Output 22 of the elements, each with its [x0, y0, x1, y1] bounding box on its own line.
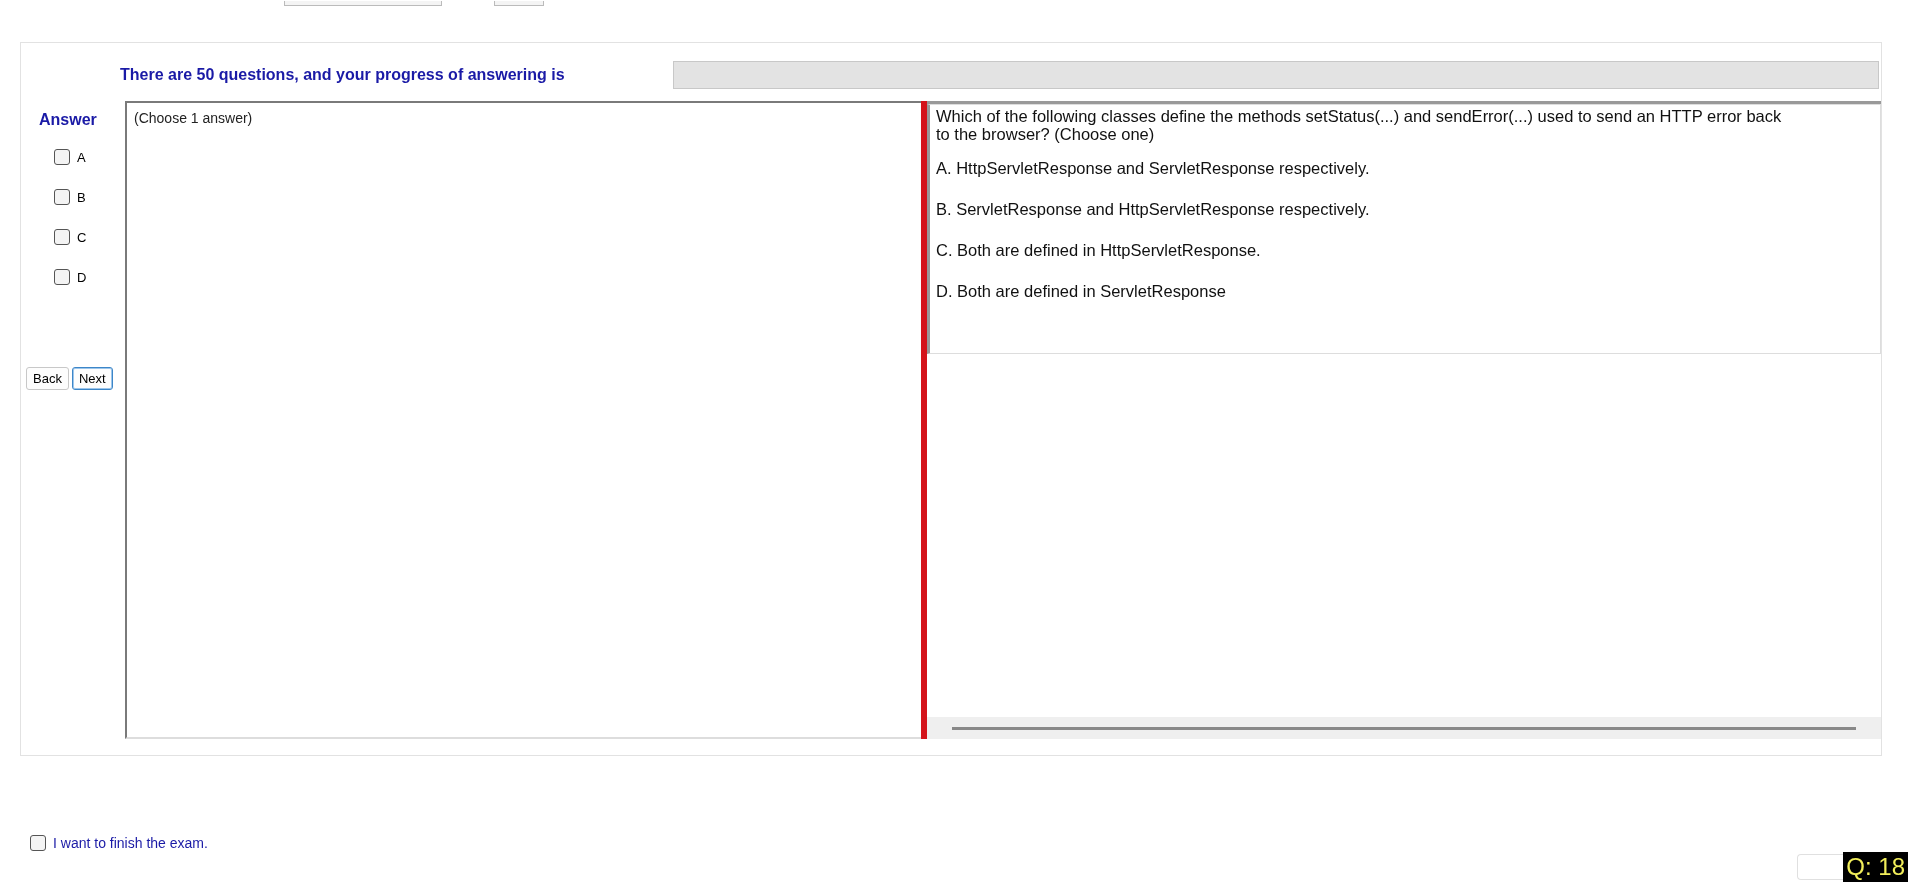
option-label: A: [77, 149, 86, 165]
question-number-badge: Q: 18: [1843, 852, 1908, 882]
choice-text: D. Both are defined in ServletResponse: [936, 282, 1227, 301]
question-text: Which of the following classes define the methods setStatus(...) and sendError(...) used to send an HTTP error back to the browser? (Choose one): [936, 107, 1783, 143]
finish-label: I want to finish the exam.: [53, 835, 208, 851]
instruction-text: (Choose 1 answer): [134, 110, 253, 126]
answer-heading: Answer: [39, 111, 97, 129]
checkbox[interactable]: [54, 189, 70, 205]
horizontal-scrollbar[interactable]: [927, 717, 1881, 739]
option-label: B: [77, 189, 86, 205]
option-label: D: [77, 269, 87, 285]
checkbox[interactable]: [54, 269, 70, 285]
checkbox[interactable]: [54, 229, 70, 245]
back-button[interactable]: Back: [26, 367, 69, 390]
choice-text: B. ServletResponse and HttpServletResponse respectively.: [936, 200, 1371, 219]
option-label: C: [77, 229, 87, 245]
checkbox[interactable]: [30, 835, 46, 851]
checkbox[interactable]: [54, 149, 70, 165]
next-button[interactable]: Next: [71, 367, 113, 390]
progress-label: There are 50 questions, and your progress of answering is: [120, 66, 566, 84]
choice-text: A. HttpServletResponse and ServletResponse respectively.: [936, 159, 1371, 178]
choice-text: C. Both are defined in HttpServletResponse.: [936, 241, 1262, 260]
